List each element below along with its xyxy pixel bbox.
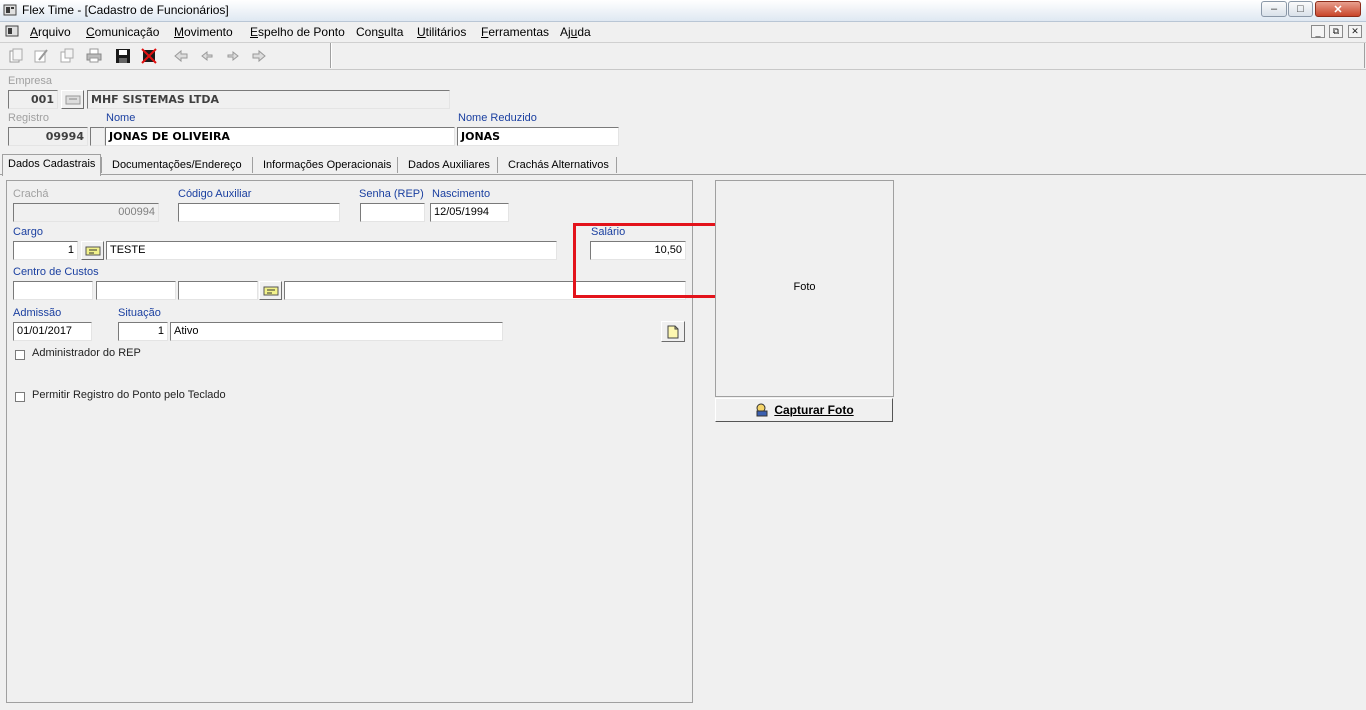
edit-record-icon[interactable]: [32, 47, 50, 65]
title-bar: Flex Time - [Cadastro de Funcionários] –…: [0, 0, 1366, 22]
menu-consulta[interactable]: Consulta: [356, 25, 403, 39]
situacao-label: Situação: [118, 307, 161, 319]
hand-pointer-icon: [263, 286, 278, 295]
toolbar-separator: [330, 43, 332, 68]
codigo-auxiliar-label: Código Auxiliar: [178, 188, 252, 200]
window-title: Flex Time - [Cadastro de Funcionários]: [22, 3, 229, 17]
tab-separator: [497, 157, 498, 173]
last-record-icon[interactable]: [250, 47, 268, 65]
tab-documentacoes-endereco[interactable]: Documentações/Endereço: [107, 156, 247, 174]
nome-reduzido-label: Nome Reduzido: [458, 112, 537, 124]
menu-ferramentas[interactable]: Ferramentas: [481, 25, 549, 39]
admin-rep-label: Administrador do REP: [32, 347, 141, 359]
cargo-name-field[interactable]: TESTE: [106, 241, 557, 260]
empresa-code-field: 001: [8, 90, 58, 109]
registro-label: Registro: [8, 112, 49, 124]
menu-comunicacao[interactable]: Comunicação: [86, 25, 159, 39]
toolbar: [0, 43, 1366, 70]
tab-informacoes-operacionais[interactable]: Informações Operacionais: [258, 156, 396, 174]
tab-separator: [252, 157, 253, 173]
mdi-minimize-button[interactable]: _: [1311, 25, 1325, 38]
mdi-close-button[interactable]: ✕: [1348, 25, 1362, 38]
new-record-icon[interactable]: [7, 47, 25, 65]
centro-custos-field-1[interactable]: [13, 281, 93, 300]
copy-record-icon[interactable]: [58, 47, 76, 65]
tab-strip-line: [0, 174, 1366, 175]
new-document-button[interactable]: [661, 321, 685, 342]
toolbar-right-edge: [1364, 43, 1365, 68]
menu-arquivo[interactable]: Arquivo: [30, 25, 71, 39]
centro-custos-field-2[interactable]: [96, 281, 176, 300]
codigo-auxiliar-field[interactable]: [178, 203, 340, 222]
nascimento-label: Nascimento: [432, 188, 491, 200]
cargo-label: Cargo: [13, 226, 43, 238]
capture-photo-label: Capturar Foto: [774, 403, 854, 417]
nascimento-field[interactable]: 12/05/1994: [430, 203, 509, 222]
menu-bar: Arquivo Comunicação Movimento Espelho de…: [0, 22, 1366, 43]
first-record-icon[interactable]: [172, 47, 190, 65]
situacao-code-field[interactable]: 1: [118, 322, 168, 341]
permitir-teclado-label: Permitir Registro do Ponto pelo Teclado: [32, 389, 226, 401]
document-icon: [667, 325, 679, 338]
menu-ajuda[interactable]: Ajuda: [560, 25, 591, 39]
empresa-label: Empresa: [8, 75, 53, 87]
tab-dados-cadastrais[interactable]: Dados Cadastrais: [2, 154, 102, 176]
centro-custos-field-3[interactable]: [178, 281, 258, 300]
situacao-name-field[interactable]: Ativo: [170, 322, 503, 341]
tab-dados-auxiliares[interactable]: Dados Auxiliares: [403, 156, 495, 174]
nome-field[interactable]: JONAS DE OLIVEIRA: [105, 127, 455, 146]
next-record-icon[interactable]: [224, 47, 242, 65]
maximize-button[interactable]: □: [1288, 1, 1313, 17]
salario-highlight-box: [573, 223, 720, 298]
cracha-label: Crachá: [13, 188, 49, 200]
cargo-code-field[interactable]: 1: [13, 241, 78, 260]
mdi-restore-button[interactable]: ⧉: [1329, 25, 1343, 38]
admin-rep-checkbox[interactable]: [15, 350, 25, 360]
tab-separator: [397, 157, 398, 173]
centro-custos-lookup-button[interactable]: [259, 281, 282, 300]
delete-icon[interactable]: [140, 47, 158, 65]
previous-record-icon[interactable]: [198, 47, 216, 65]
cargo-lookup-button[interactable]: [81, 241, 104, 260]
nome-reduzido-field[interactable]: JONAS: [457, 127, 619, 146]
minimize-button[interactable]: –: [1261, 1, 1287, 17]
capture-photo-button[interactable]: Capturar Foto: [715, 398, 893, 422]
cracha-field: 000994: [13, 203, 159, 222]
tab-separator: [616, 157, 617, 173]
tab-separator: [101, 157, 102, 173]
nome-label: Nome: [106, 112, 136, 124]
menu-utilitarios[interactable]: Utilitários: [417, 25, 466, 39]
hand-pointer-icon: [65, 95, 80, 104]
print-icon[interactable]: [85, 47, 103, 65]
mdi-app-icon[interactable]: [5, 24, 19, 38]
empresa-name-field: MHF SISTEMAS LTDA: [87, 90, 450, 109]
save-icon[interactable]: [114, 47, 132, 65]
menu-espelho-de-ponto[interactable]: Espelho de Ponto: [250, 25, 345, 39]
empresa-lookup-button: [61, 90, 84, 109]
app-icon: [3, 3, 17, 17]
senha-rep-field[interactable]: [360, 203, 425, 222]
registro-field: 09994: [8, 127, 88, 146]
centro-custos-label: Centro de Custos: [13, 266, 99, 278]
camera-person-icon: [756, 403, 768, 417]
admissao-field[interactable]: 01/01/2017: [13, 322, 92, 341]
close-button[interactable]: ✕: [1315, 1, 1361, 17]
photo-frame: Foto: [715, 180, 894, 397]
admissao-label: Admissão: [13, 307, 62, 319]
nome-prefix-field[interactable]: [90, 127, 105, 146]
tab-crachas-alternativos[interactable]: Crachás Alternativos: [503, 156, 614, 174]
menu-movimento[interactable]: Movimento: [174, 25, 233, 39]
photo-placeholder: Foto: [793, 281, 816, 293]
hand-pointer-icon: [85, 246, 100, 255]
permitir-teclado-checkbox[interactable]: [15, 392, 25, 402]
senha-rep-label: Senha (REP): [359, 188, 424, 200]
